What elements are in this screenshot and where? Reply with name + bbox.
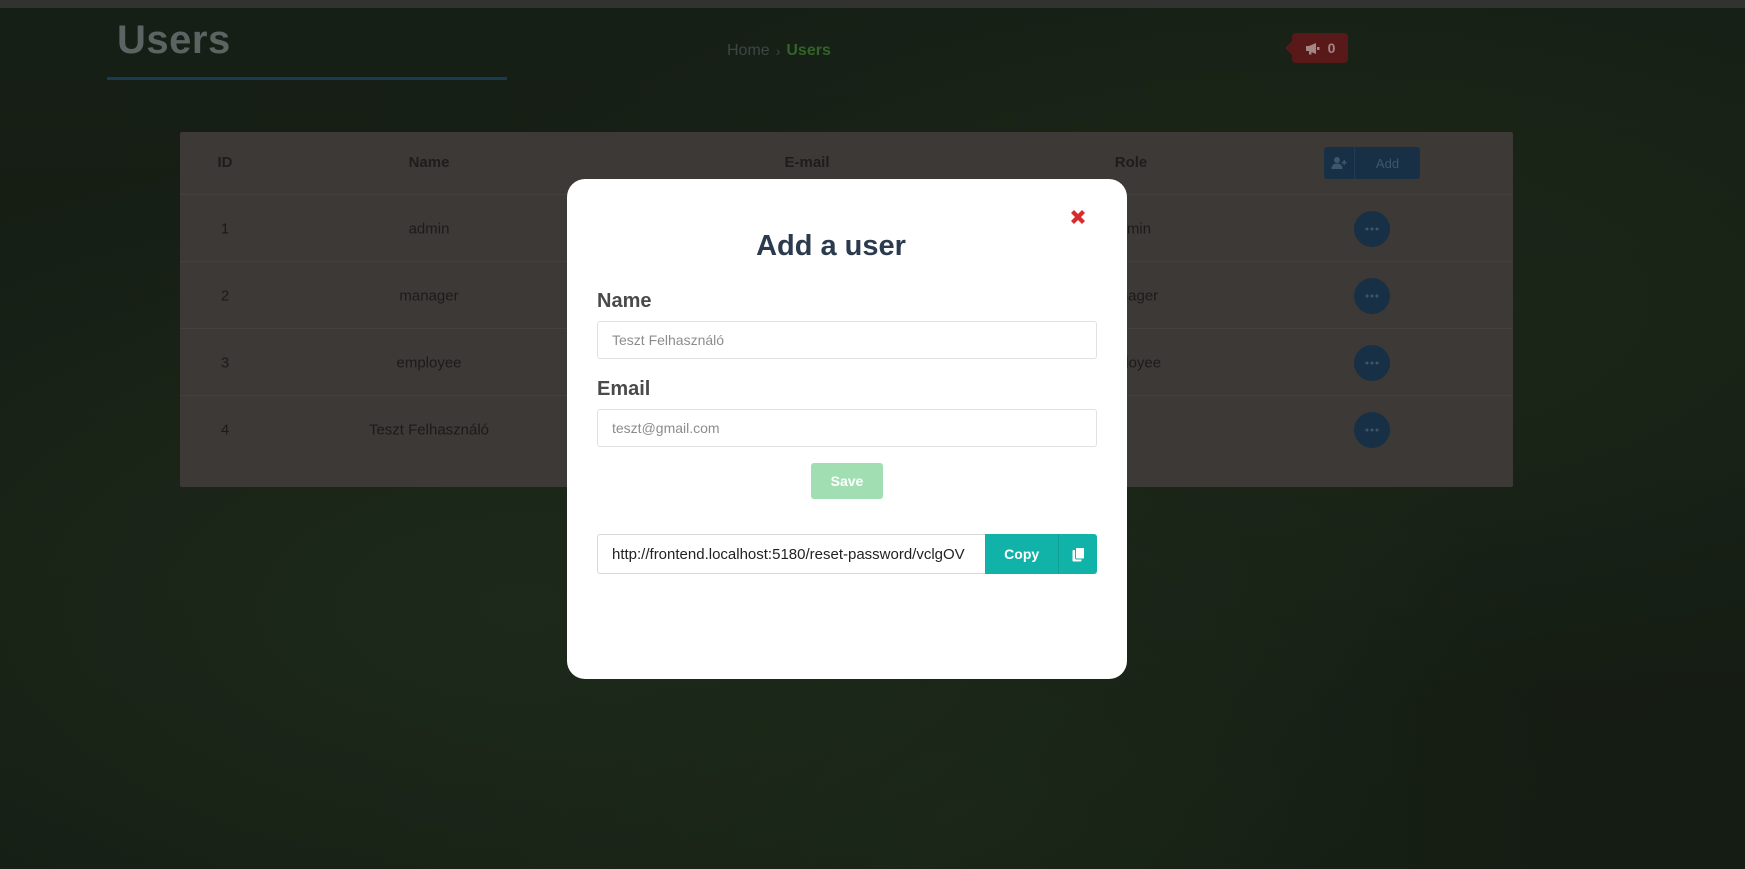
email-label: Email [597, 378, 651, 400]
email-input[interactable] [597, 409, 1097, 447]
add-user-modal: Add a user Name Email Save Copy [567, 179, 1127, 679]
reset-link-input[interactable] [597, 534, 985, 574]
clipboard-icon [1058, 534, 1097, 574]
save-button[interactable]: Save [811, 463, 883, 499]
name-label: Name [597, 290, 652, 312]
copy-link-button[interactable]: Copy [985, 534, 1097, 574]
close-icon [1071, 210, 1085, 224]
name-input[interactable] [597, 321, 1097, 359]
close-modal-button[interactable] [1067, 206, 1089, 228]
reset-link-group: Copy [597, 534, 1097, 574]
modal-title: Add a user [756, 230, 906, 262]
copy-button-label: Copy [1004, 546, 1040, 562]
